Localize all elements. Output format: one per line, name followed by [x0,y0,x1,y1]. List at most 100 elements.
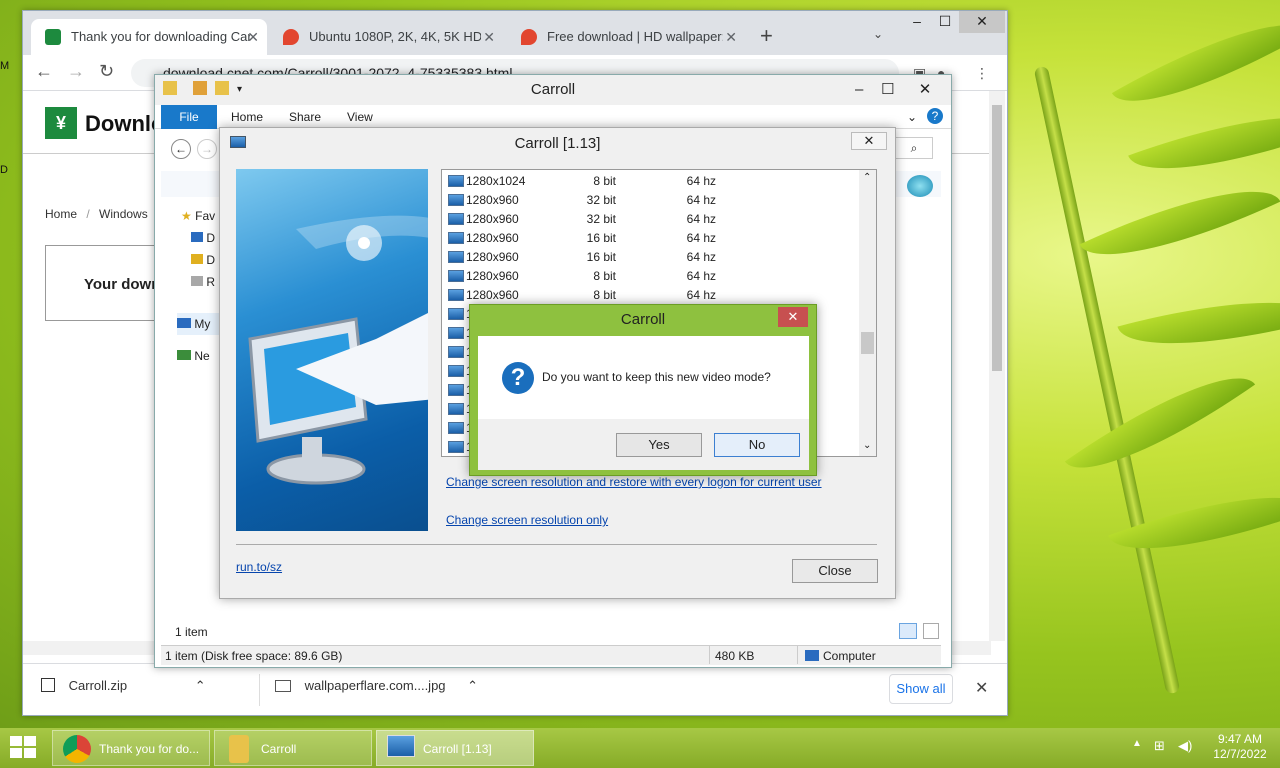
chevron-up-icon[interactable]: ⌃ [195,678,206,693]
folder-icon [163,81,177,95]
taskbar-chrome[interactable]: Thank you for do... [52,730,210,766]
video-mode-row[interactable]: 1280x1024 8 bit 64 hz [446,172,858,191]
vertical-scrollbar[interactable] [989,91,1005,641]
minimize-icon[interactable]: – [855,75,863,105]
desktop-label: M [0,60,10,72]
forward-icon[interactable]: → [67,61,85,82]
ribbon-home-tab[interactable]: Home [231,105,263,129]
status-location: Computer [823,649,876,663]
video-mode-row[interactable]: 1280x960 32 bit 64 hz [446,210,858,229]
minimize-icon[interactable]: – [903,11,931,33]
mode-bit-depth: 8 bit [593,174,616,188]
windows-logo-icon [10,736,22,746]
quick-access-dropdown-icon[interactable]: ▾ [237,75,242,105]
tab-cnet[interactable]: Thank you for downloading Carroll ✕ [31,19,267,55]
new-tab-button[interactable]: + [760,23,773,49]
video-mode-row[interactable]: 1280x960 16 bit 64 hz [446,248,858,267]
close-tab-icon[interactable]: ✕ [725,19,737,55]
divider [797,646,798,664]
monitor-icon [448,251,464,263]
breadcrumb-home[interactable]: Home [45,207,77,221]
close-button[interactable]: Close [792,559,878,583]
ribbon-view-tab[interactable]: View [347,105,373,129]
start-button[interactable] [10,736,38,760]
website-link[interactable]: run.to/sz [236,560,282,574]
search-icon[interactable]: ⌕ [895,137,933,159]
back-icon[interactable]: ← [171,139,191,159]
task-label: Carroll [261,742,297,756]
tab-search-icon[interactable]: ⌄ [873,27,883,41]
clock[interactable]: 9:47 AM 12/7/2022 [1205,732,1275,762]
change-resolution-only-link[interactable]: Change screen resolution only [446,513,608,527]
show-hidden-icons-icon[interactable]: ▲ [1132,738,1142,749]
menu-icon[interactable]: ⋮ [975,65,989,82]
nav-label: My [194,317,211,331]
list-scrollbar[interactable]: ⌃ ⌄ [859,170,876,456]
network-icon[interactable]: ⊞ [1154,738,1165,754]
close-tab-icon[interactable]: ✕ [483,19,495,55]
monitor-icon [448,403,464,415]
breadcrumb: Home / Windows [45,207,148,221]
item-count: 1 item [175,625,208,639]
taskbar-explorer[interactable]: Carroll [214,730,372,766]
confirm-dialog: Carroll ✕ ? Do you want to keep this new… [469,304,817,476]
ribbon-share-tab[interactable]: Share [289,105,321,129]
video-mode-row[interactable]: 1280x960 16 bit 64 hz [446,229,858,248]
scrollbar-thumb[interactable] [992,105,1002,371]
scrollbar-thumb[interactable] [861,332,874,354]
carroll-titlebar: Carroll [1.13] [220,128,895,160]
mode-bit-depth: 32 bit [586,212,616,226]
taskbar: Thank you for do... Carroll Carroll [1.1… [0,728,1280,768]
scroll-up-icon[interactable]: ⌃ [863,172,871,183]
yes-button[interactable]: Yes [616,433,702,457]
close-tab-icon[interactable]: ✕ [247,19,259,55]
video-mode-row[interactable]: 1280x960 32 bit 64 hz [446,191,858,210]
download-item[interactable]: wallpaperflare.com....jpg ⌃ [275,678,478,694]
tab-ubuntu[interactable]: Ubuntu 1080P, 2K, 4K, 5K HD wallpapers ✕ [269,19,503,55]
change-resolution-restore-link[interactable]: Change screen resolution and restore wit… [446,475,822,489]
large-icons-view-icon[interactable] [923,623,939,639]
scroll-down-icon[interactable]: ⌄ [863,440,871,451]
close-window-icon[interactable]: ✕ [959,11,1005,33]
close-downloads-icon[interactable]: ✕ [975,678,988,698]
details-view-icon[interactable] [899,623,917,639]
explorer-title: Carroll [530,81,576,98]
close-window-icon[interactable]: ✕ [851,132,887,150]
close-window-icon[interactable]: ✕ [905,75,945,105]
clock-date: 12/7/2022 [1213,747,1267,761]
forward-icon[interactable]: → [197,139,217,159]
download-item[interactable]: Carroll.zip ⌃ [41,678,206,694]
maximize-icon[interactable]: ☐ [933,11,957,33]
dialog-body: ? Do you want to keep this new video mod… [478,336,809,470]
explorer-titlebar: ▾ Carroll – ☐ ✕ [155,75,951,105]
new-folder-icon[interactable] [215,81,229,95]
back-icon[interactable]: ← [35,61,53,82]
leaf [1117,274,1280,372]
ribbon-file-tab[interactable]: File [161,105,217,129]
monitor-icon [448,175,464,187]
volume-icon[interactable]: ◀) [1178,738,1192,754]
expand-ribbon-icon[interactable]: ⌄ [907,105,917,129]
star-icon: ★ [181,209,192,223]
video-mode-row[interactable]: 1280x960 8 bit 64 hz [446,267,858,286]
close-dialog-icon[interactable]: ✕ [778,307,808,327]
video-mode-row[interactable]: 1280x960 8 bit 64 hz [446,286,858,305]
chevron-up-icon[interactable]: ⌃ [467,678,478,693]
question-icon: ? [502,362,534,394]
properties-icon[interactable] [193,81,207,95]
explorer-ribbon: File Home Share View ⌄ ? [155,105,951,129]
help-icon[interactable]: ? [927,108,943,124]
monitor-icon [448,422,464,434]
no-button[interactable]: No [714,433,800,457]
breadcrumb-windows[interactable]: Windows [99,207,148,221]
taskbar-carroll[interactable]: Carroll [1.13] [376,730,534,766]
maximize-icon[interactable]: ☐ [881,75,894,105]
leaf [1064,346,1256,500]
reload-icon[interactable]: ↻ [99,61,114,82]
task-label: Carroll [1.13] [423,742,492,756]
tab-title: Ubuntu 1080P, 2K, 4K, 5K HD wallpapers [309,29,481,44]
tab-wallpaper[interactable]: Free download | HD wallpaper: Sl ✕ [507,19,745,55]
flame-icon [283,29,299,45]
monitor-illustration-icon [248,215,428,485]
show-all-button[interactable]: Show all [889,674,953,704]
